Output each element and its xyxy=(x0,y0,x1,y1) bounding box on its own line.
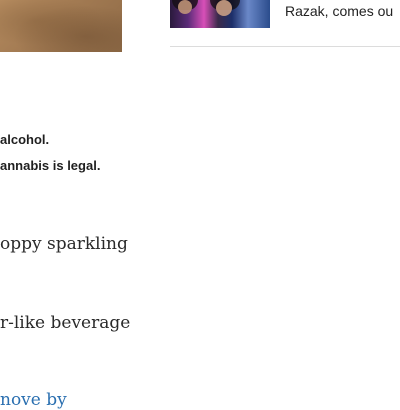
highlight-text-1: alcohol. xyxy=(0,132,50,147)
thumbnail-face-2 xyxy=(216,0,232,16)
sidebar-divider xyxy=(170,46,400,47)
article-paragraph-1: oppy sparkling xyxy=(0,234,128,254)
inline-article-link[interactable]: nove by xyxy=(0,390,67,410)
article-photo[interactable] xyxy=(0,0,122,52)
related-story-caption[interactable]: Razak, comes ou xyxy=(285,3,393,19)
thumbnail-face-1 xyxy=(178,0,192,14)
article-paragraph-2: r-like beverage xyxy=(0,313,131,333)
highlight-text-2: annabis is legal. xyxy=(0,158,101,173)
related-story-thumbnail[interactable] xyxy=(170,0,270,28)
